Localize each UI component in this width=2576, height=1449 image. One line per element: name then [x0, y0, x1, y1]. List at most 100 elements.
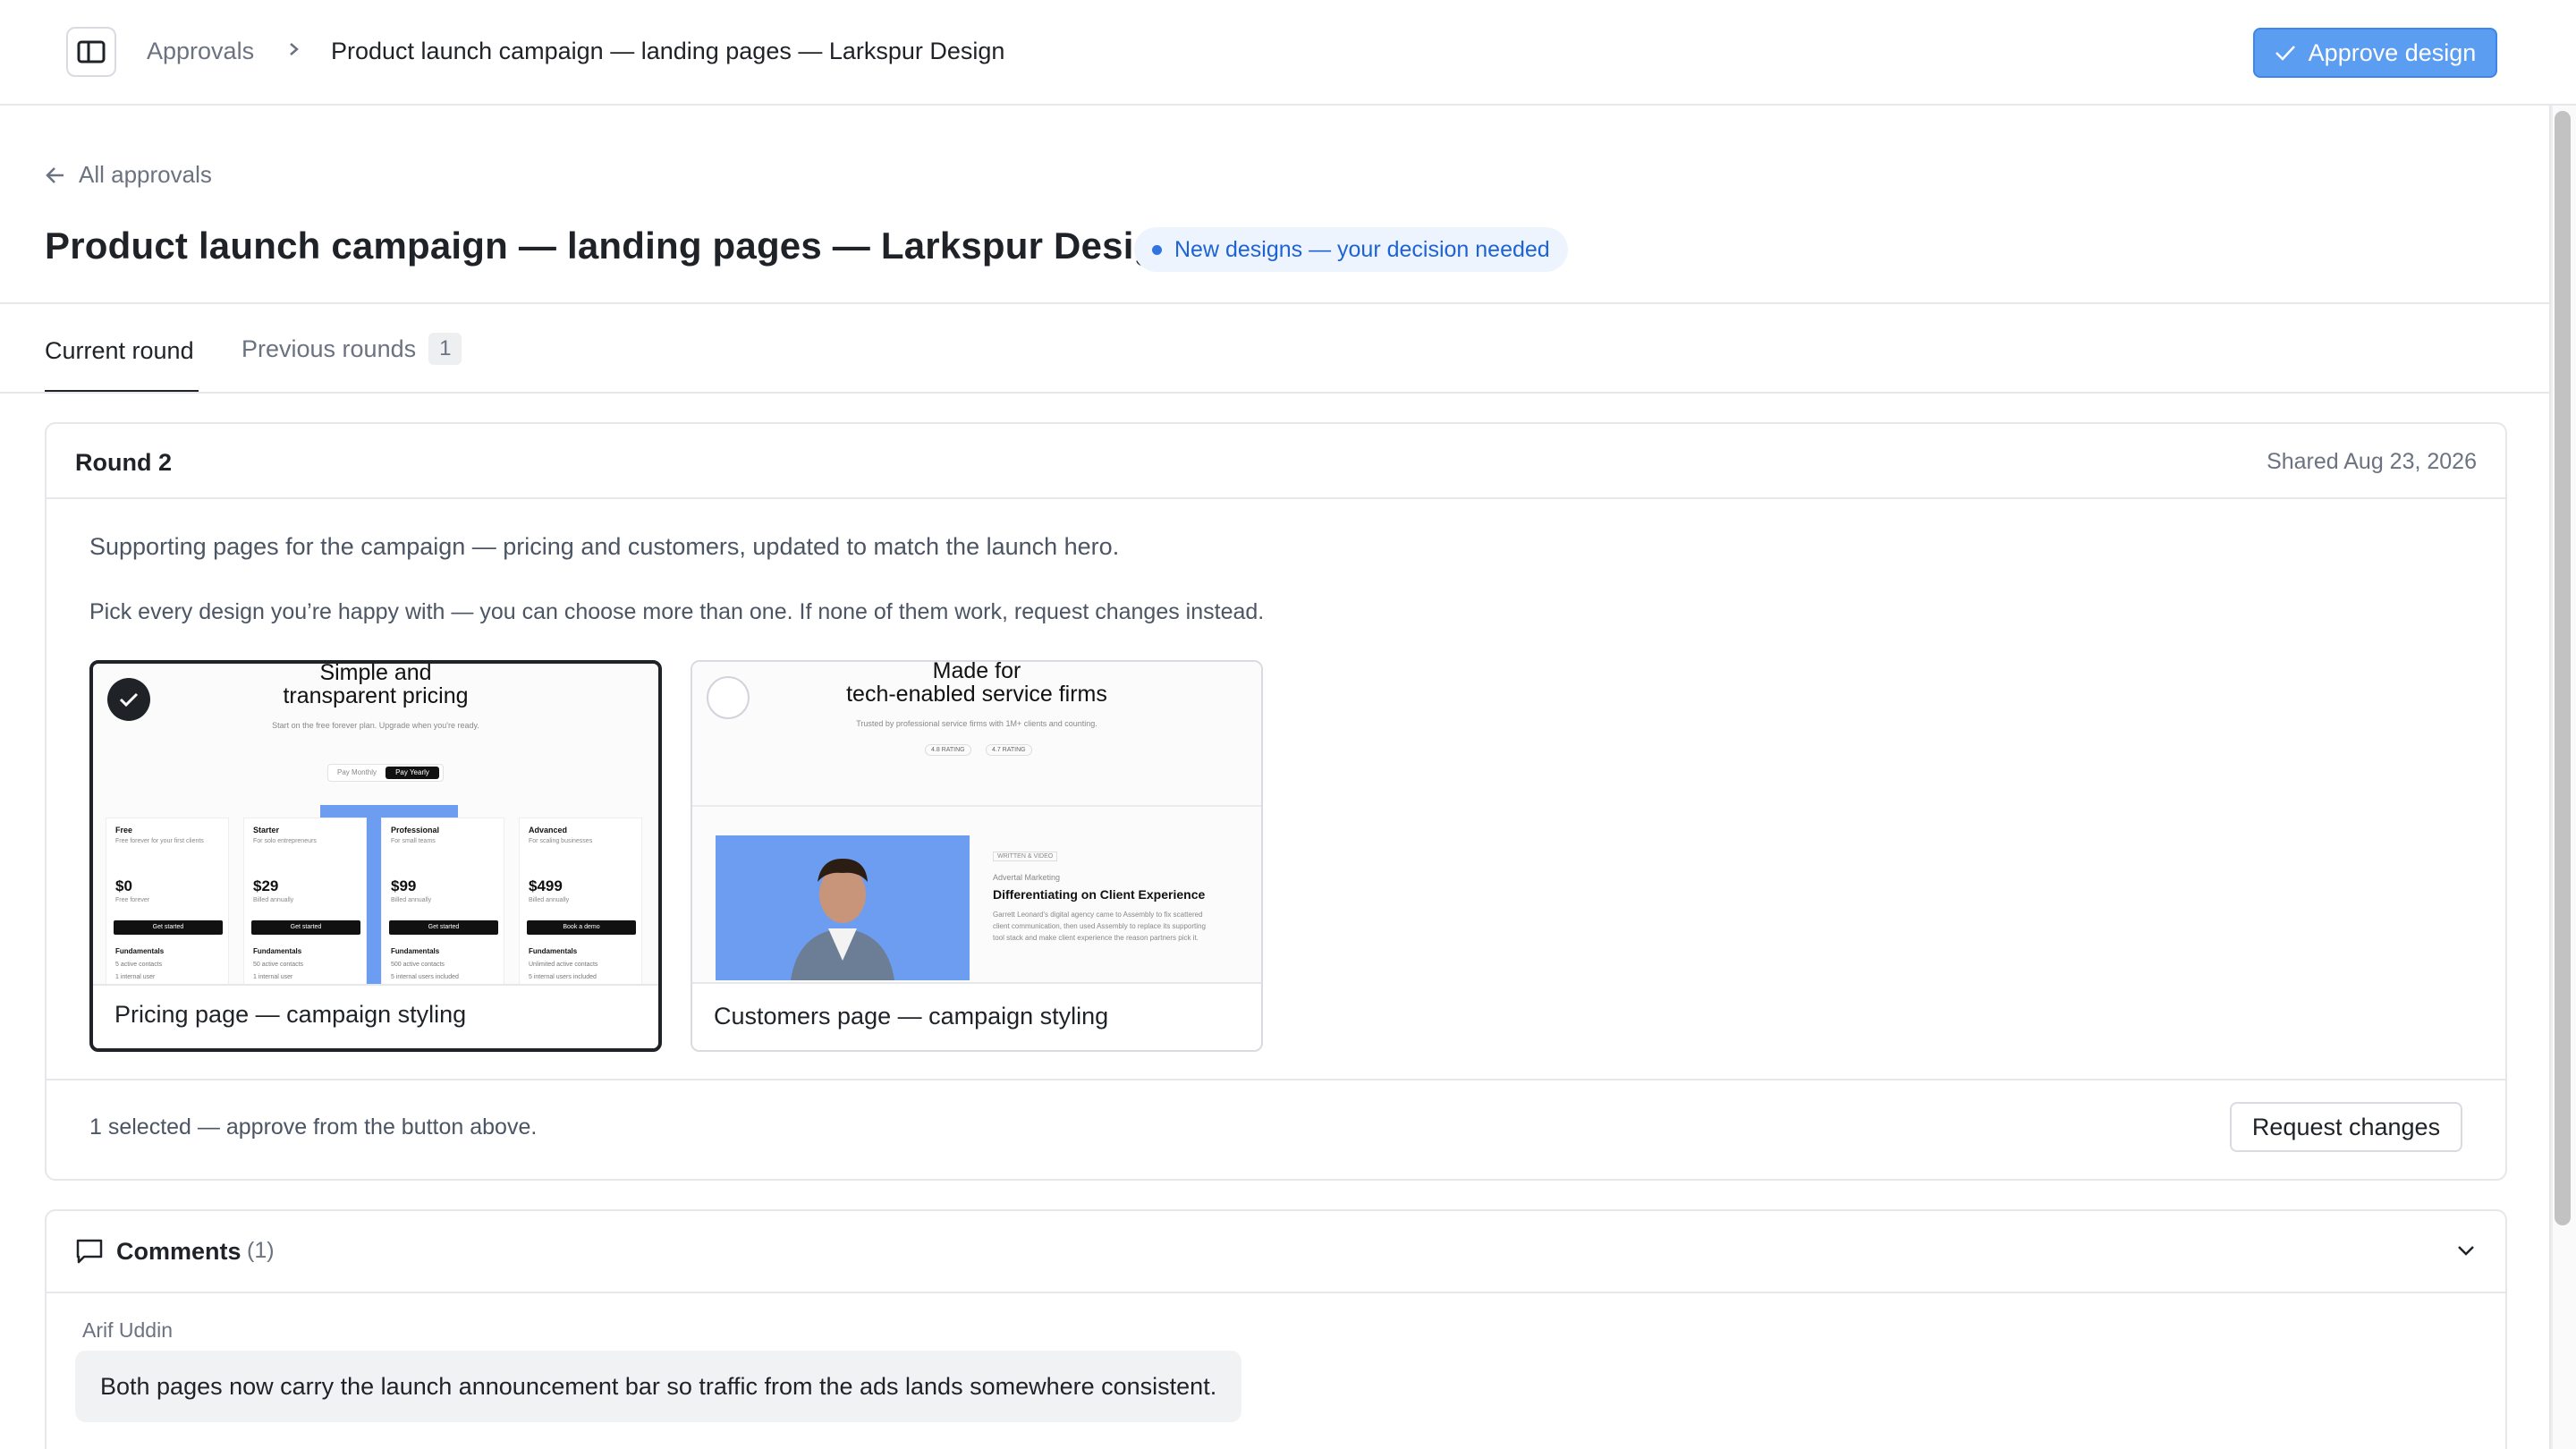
thumb-plan-name: Starter — [253, 826, 280, 835]
thumb-plan-section: Fundamentals — [115, 947, 165, 955]
thumb-plan-desc: For small teams — [391, 838, 436, 844]
thumb-plan-period: Billed annually — [529, 897, 570, 903]
thumb-subline: Trusted by professional service firms wi… — [856, 719, 1097, 728]
breadcrumb-approvals-link[interactable]: Approvals — [147, 38, 254, 65]
thumb-plan-f2: 5 internal users included — [391, 974, 459, 980]
thumb-plan-desc: For scaling businesses — [529, 838, 593, 844]
design-card-pricing[interactable]: Simple and transparent pricing Start on … — [89, 660, 662, 1052]
scrollbar-thumb[interactable] — [2555, 111, 2571, 1225]
thumb-heading-1: Made for — [932, 662, 1021, 683]
thumb-subline: Start on the free forever plan. Upgrade … — [272, 721, 479, 730]
request-changes-button[interactable]: Request changes — [2230, 1102, 2462, 1152]
round-shared-date: Shared Aug 23, 2026 — [2267, 449, 2477, 474]
thumb-story-title: Differentiating on Client Experience — [993, 887, 1206, 902]
back-link-label: All approvals — [79, 161, 212, 188]
thumb-plan-cta: Get started — [389, 920, 498, 935]
back-to-all-approvals-link[interactable]: All approvals — [45, 161, 212, 189]
thumb-plan-cta: Get started — [251, 920, 360, 935]
check-icon — [119, 692, 139, 708]
unselected-check-badge[interactable] — [707, 676, 750, 719]
thumb-divider — [692, 805, 1261, 807]
person-portrait-icon — [791, 859, 894, 980]
design-thumbnail-pricing: Simple and transparent pricing Start on … — [93, 664, 658, 986]
round-title: Round 2 — [75, 449, 172, 476]
chevron-right-icon — [290, 43, 299, 55]
chevron-down-icon[interactable] — [2455, 1243, 2477, 1258]
divider — [0, 302, 2549, 304]
design-card-customers[interactable]: Made for tech-enabled service firms Trus… — [691, 660, 1263, 1052]
comments-header[interactable]: Comments (1) — [47, 1211, 2505, 1293]
thumb-company: Advertal Marketing — [993, 873, 1061, 882]
thumb-plan-price: $499 — [529, 877, 563, 894]
comment-author: Arif Uddin — [82, 1318, 173, 1342]
thumb-plan-f2: 1 internal user — [115, 974, 156, 980]
sidebar-toggle-button[interactable] — [66, 27, 116, 77]
round-footer-divider — [47, 1079, 2505, 1080]
thumb-plan-name: Advanced — [529, 826, 568, 835]
design-label-pricing: Pricing page — campaign styling — [114, 1001, 467, 1028]
thumb-plan-f1: Unlimited active contacts — [529, 962, 598, 968]
thumb-plan-desc: Free forever for your first clients — [115, 838, 204, 844]
check-icon — [2275, 46, 2295, 61]
status-badge: New designs — your decision needed — [1134, 227, 1568, 272]
tabs-divider — [0, 392, 2549, 394]
thumb-heading-2: transparent pricing — [283, 683, 469, 708]
round-instructions: Pick every design you’re happy with — yo… — [89, 599, 1265, 624]
comments-card: Comments (1) Arif Uddin Both pages now c… — [45, 1209, 2507, 1449]
thumb-plan-f1: 500 active contacts — [391, 962, 445, 968]
thumb-plan-section: Fundamentals — [253, 947, 302, 955]
tab-previous-rounds-label: Previous rounds — [242, 335, 417, 362]
thumb-plan-price: $99 — [391, 877, 417, 894]
status-dot-icon — [1152, 244, 1162, 255]
comments-title: Comments — [116, 1238, 242, 1265]
thumb-heading-2: tech-enabled service firms — [846, 682, 1107, 707]
comment-icon — [76, 1239, 103, 1264]
thumb-toggle-yearly: Pay Yearly — [386, 767, 439, 779]
round-header: Round 2 Shared Aug 23, 2026 — [47, 424, 2505, 499]
selected-check-badge[interactable] — [107, 678, 150, 721]
thumb-plan-cta: Get started — [114, 920, 223, 935]
thumb-plan-period: Billed annually — [253, 897, 294, 903]
arrow-left-icon — [46, 166, 64, 183]
thumb-plan-price: $29 — [253, 877, 279, 894]
top-bar: Approvals Product launch campaign — land… — [0, 0, 2576, 106]
design-label-customers: Customers page — campaign styling — [714, 1003, 1109, 1030]
comment-bubble: Both pages now carry the launch announce… — [75, 1351, 1242, 1422]
thumb-plan-name: Free — [115, 826, 133, 835]
thumb-plan-section: Fundamentals — [391, 947, 440, 955]
thumb-plan-f1: 50 active contacts — [253, 962, 304, 968]
thumb-plan-card: Professional For small teams $99 Billed ann… — [381, 818, 504, 984]
thumb-customer-photo — [716, 835, 970, 980]
thumb-plan-desc: For solo entrepreneurs — [253, 838, 317, 844]
tab-count-badge: 1 — [428, 333, 462, 365]
approve-design-label: Approve design — [2308, 38, 2477, 66]
thumb-plan-period: Billed annually — [391, 897, 432, 903]
thumb-story-tag: WRITTEN & VIDEO — [993, 852, 1058, 861]
page-title: Product launch campaign — landing pages … — [45, 225, 1181, 267]
thumb-billing-toggle: Pay Monthly Pay Yearly — [327, 764, 444, 782]
sidebar-toggle-icon — [77, 40, 106, 64]
thumb-plan-card: Advanced For scaling businesses $499 Billed… — [519, 818, 642, 984]
tab-previous-rounds[interactable]: Previous rounds 1 — [242, 333, 462, 365]
thumb-plan-cta: Book a demo — [527, 920, 636, 935]
thumb-toggle-monthly: Pay Monthly — [337, 768, 377, 776]
thumb-plan-price: $0 — [115, 877, 132, 894]
status-badge-label: New designs — your decision needed — [1174, 236, 1550, 262]
thumb-plan-f1: 5 active contacts — [115, 962, 163, 968]
comments-count: (1) — [247, 1238, 275, 1263]
round-card: Round 2 Shared Aug 23, 2026 Supporting p… — [45, 422, 2507, 1181]
thumb-rating-2: 4.7 RATING — [986, 744, 1032, 756]
tab-current-round[interactable]: Current round — [45, 337, 194, 365]
round-description: Supporting pages for the campaign — pric… — [89, 533, 1120, 560]
selected-count-text: 1 selected — approve from the button abo… — [89, 1114, 538, 1140]
breadcrumb-current: Product launch campaign — landing pages … — [331, 38, 1005, 64]
thumb-plan-period: Free forever — [115, 897, 150, 903]
thumb-plan-card: Free Free forever for your first clients $… — [106, 818, 229, 984]
design-thumbnail-customers: Made for tech-enabled service firms Trus… — [692, 662, 1261, 984]
approve-design-button[interactable]: Approve design — [2253, 28, 2497, 78]
thumb-plan-name: Professional — [391, 826, 440, 835]
thumb-heading-1: Simple and — [319, 664, 432, 685]
thumb-plan-section: Fundamentals — [529, 947, 578, 955]
thumb-plan-f2: 1 internal user — [253, 974, 293, 980]
thumb-rating-1: 4.8 RATING — [925, 744, 971, 756]
